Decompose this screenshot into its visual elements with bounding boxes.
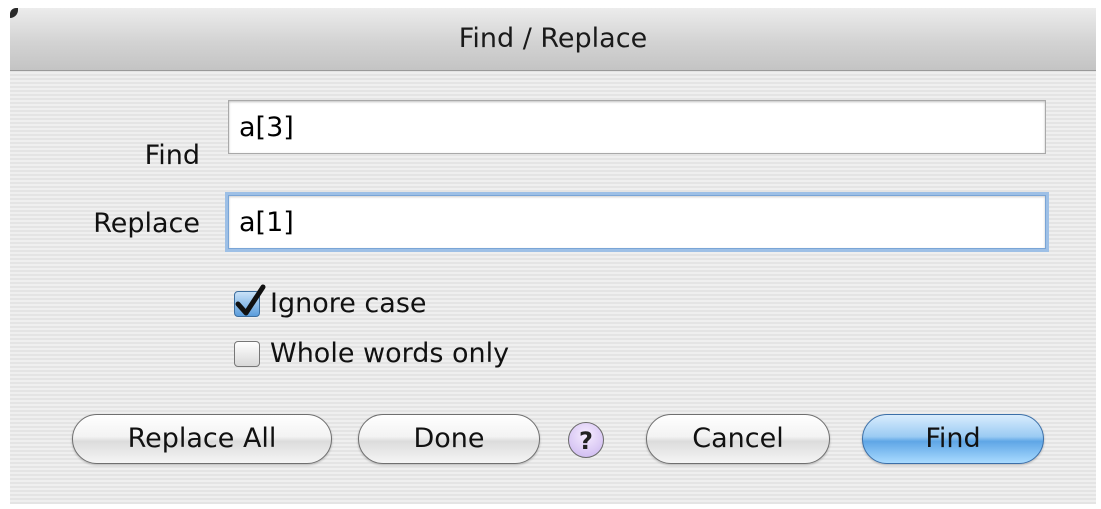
whole-words-option[interactable]: Whole words only: [234, 338, 509, 369]
replace-input[interactable]: a[1]: [228, 195, 1046, 249]
find-label: Find: [144, 140, 200, 171]
help-button[interactable]: ?: [568, 422, 604, 458]
whole-words-label: Whole words only: [270, 338, 510, 369]
ignore-case-option[interactable]: Ignore case: [234, 284, 427, 319]
find-button[interactable]: Find: [862, 414, 1044, 464]
find-input[interactable]: a[3]: [228, 100, 1046, 154]
find-replace-dialog: Find / Replace Find a[3] Replace a[1] Ig…: [10, 8, 1096, 504]
replace-all-button[interactable]: Replace All: [72, 414, 332, 464]
replace-label: Replace: [93, 208, 200, 239]
dialog-title: Find / Replace: [10, 8, 1096, 71]
whole-words-checkbox[interactable]: [234, 340, 260, 367]
ignore-case-label: Ignore case: [270, 288, 427, 319]
checkmark-icon: [235, 284, 266, 315]
done-button[interactable]: Done: [358, 414, 540, 464]
ignore-case-checkbox[interactable]: [234, 284, 266, 317]
cancel-button[interactable]: Cancel: [646, 414, 830, 464]
